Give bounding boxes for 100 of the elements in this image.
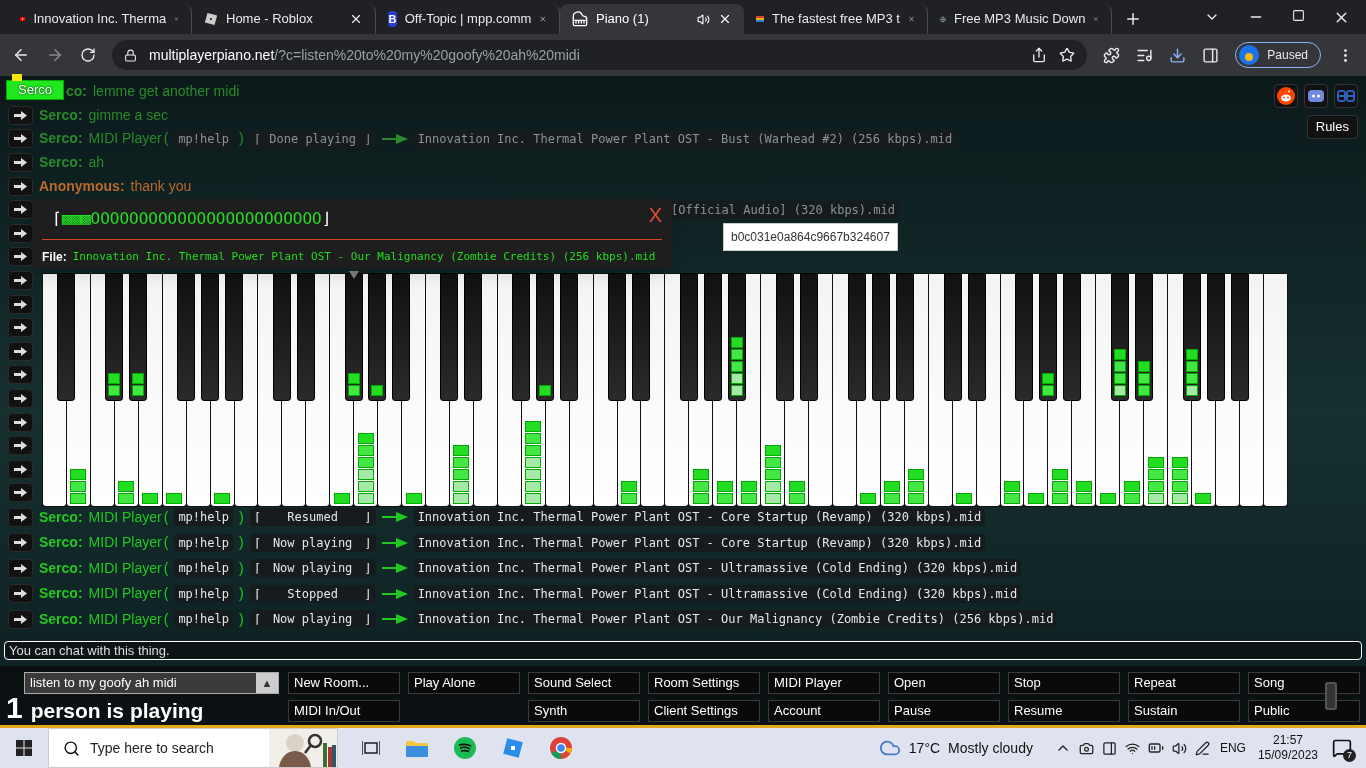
reply-button[interactable] xyxy=(8,129,33,149)
weather-text[interactable]: Mostly cloudy xyxy=(948,737,1033,759)
browser-tab[interactable]: Piano (1) xyxy=(560,4,744,34)
reply-button[interactable] xyxy=(8,459,33,479)
parenthesis: ( xyxy=(163,507,169,527)
arrow-right-icon xyxy=(14,614,27,624)
task-view-icon[interactable] xyxy=(362,740,380,756)
piano-keyboard[interactable] xyxy=(42,273,1288,507)
bookmark-star-icon[interactable] xyxy=(1059,47,1076,63)
maximize-icon[interactable] xyxy=(1292,9,1305,22)
menu-button[interactable]: Sound Select xyxy=(528,672,640,694)
close-icon[interactable] xyxy=(349,12,363,26)
menu-button[interactable]: Room Settings xyxy=(648,672,760,694)
menu-button[interactable]: Play Alone xyxy=(408,672,520,694)
menu-button[interactable]: MIDI Player xyxy=(768,672,880,694)
forward-icon[interactable] xyxy=(46,46,64,64)
long-arrow-icon xyxy=(381,512,408,523)
menu-button[interactable]: Synth xyxy=(528,700,640,722)
menu-button[interactable]: Pause xyxy=(888,700,1000,722)
site-link-button[interactable] xyxy=(1304,84,1328,108)
close-button[interactable]: X xyxy=(648,205,662,225)
reply-button[interactable] xyxy=(8,533,33,553)
chat-input[interactable]: You can chat with this thing. xyxy=(4,641,1362,661)
reply-button[interactable] xyxy=(8,294,33,314)
back-icon[interactable] xyxy=(12,46,30,64)
notifications-icon[interactable] xyxy=(1332,738,1352,758)
arrow-right-icon xyxy=(14,134,27,144)
browser-circle-icon[interactable] xyxy=(550,737,572,759)
screen-icon[interactable] xyxy=(1101,740,1117,756)
arrow-right-icon xyxy=(14,394,27,403)
menu-button[interactable]: Client Settings xyxy=(648,700,760,722)
reply-button[interactable] xyxy=(8,341,33,361)
reply-button[interactable] xyxy=(8,584,33,604)
menu-button[interactable]: Song xyxy=(1248,672,1360,694)
menu-button[interactable]: Repeat xyxy=(1128,672,1240,694)
bracket: ⌋ xyxy=(364,611,372,629)
reply-button[interactable] xyxy=(8,176,33,196)
windows-logo-icon[interactable] xyxy=(16,740,32,756)
reply-button[interactable] xyxy=(8,223,33,243)
reply-button[interactable] xyxy=(8,271,33,291)
address-bar[interactable]: multiplayerpiano.net/?c=listen%20to%20my%20goofy%20ah%20midi xyxy=(112,40,1088,70)
menu-button[interactable]: Account xyxy=(768,700,880,722)
sound-wave-circle-icon[interactable] xyxy=(454,737,476,759)
username: co: xyxy=(66,82,87,102)
menu-button[interactable]: Stop xyxy=(1008,672,1120,694)
camera-icon[interactable] xyxy=(1078,740,1094,756)
download-icon[interactable] xyxy=(1169,46,1187,64)
reply-button[interactable] xyxy=(8,558,33,578)
room-name[interactable]: listen to my goofy ah midi xyxy=(25,673,256,693)
reply-button[interactable] xyxy=(8,412,33,432)
clock-time[interactable]: 21:57 xyxy=(1272,733,1303,748)
reply-button[interactable] xyxy=(8,365,33,385)
reply-button[interactable] xyxy=(8,200,33,220)
search-field[interactable]: Type here to search xyxy=(48,728,338,768)
command-text: mp!help xyxy=(174,533,233,552)
reply-button[interactable] xyxy=(8,105,33,125)
close-icon[interactable] xyxy=(718,12,732,26)
folder-icon[interactable] xyxy=(406,739,428,757)
reply-button[interactable] xyxy=(8,247,33,267)
tab-title: Piano (1) xyxy=(596,10,650,29)
site-link-button[interactable] xyxy=(1274,84,1298,108)
status-text: Done playing xyxy=(269,131,356,148)
file-name: Innovation Inc. Thermal Power Plant OST - Bust (Warhead #2) (256 kbps).mid xyxy=(413,130,957,148)
username: Serco: xyxy=(39,129,83,149)
reply-button[interactable] xyxy=(8,318,33,338)
menu-button[interactable]: Resume xyxy=(1008,700,1120,722)
menu-button[interactable]: Public xyxy=(1248,700,1360,722)
file-label: File: xyxy=(42,249,67,266)
language-indicator[interactable]: ENG xyxy=(1219,739,1246,757)
reply-button[interactable] xyxy=(8,436,33,456)
battery-icon[interactable] xyxy=(1147,740,1164,756)
wifi-icon[interactable] xyxy=(1124,740,1140,756)
reply-button[interactable] xyxy=(8,483,33,503)
notification-count: 7 xyxy=(1343,749,1356,762)
side-panel-icon[interactable] xyxy=(1202,46,1220,64)
reply-button[interactable] xyxy=(8,389,33,408)
menu-button[interactable]: Sustain xyxy=(1128,700,1240,722)
command-text: mp!help xyxy=(174,130,233,148)
share-icon[interactable] xyxy=(1031,47,1048,63)
reply-button[interactable] xyxy=(8,609,33,629)
menu-button[interactable]: New Room... xyxy=(288,672,400,694)
rules-button[interactable]: Rules xyxy=(1306,115,1358,139)
extensions-icon[interactable] xyxy=(1103,46,1121,64)
menu-button[interactable]: MIDI In/Out xyxy=(288,700,400,722)
reload-icon[interactable] xyxy=(80,47,96,63)
status-text: Resumed xyxy=(287,509,338,527)
reply-button[interactable] xyxy=(8,507,33,527)
reply-button[interactable] xyxy=(8,153,33,173)
menu-button[interactable]: Open xyxy=(888,672,1000,694)
room-list-button[interactable]: ▲ xyxy=(256,673,278,693)
new-tab-icon[interactable] xyxy=(1124,10,1142,28)
speaker-icon[interactable] xyxy=(1171,740,1187,756)
message-text: lemme get another midi xyxy=(93,82,240,102)
weather-temp[interactable]: 17°C xyxy=(908,737,941,759)
bracket: ⌋ xyxy=(364,585,372,603)
pen-icon[interactable] xyxy=(1194,740,1210,756)
message-text: ah xyxy=(88,153,105,173)
parenthesis: ( xyxy=(163,558,169,578)
clock-date[interactable]: 15/09/2023 xyxy=(1257,748,1318,763)
tab-title: Off-Topic | mpp.comm xyxy=(404,10,532,29)
